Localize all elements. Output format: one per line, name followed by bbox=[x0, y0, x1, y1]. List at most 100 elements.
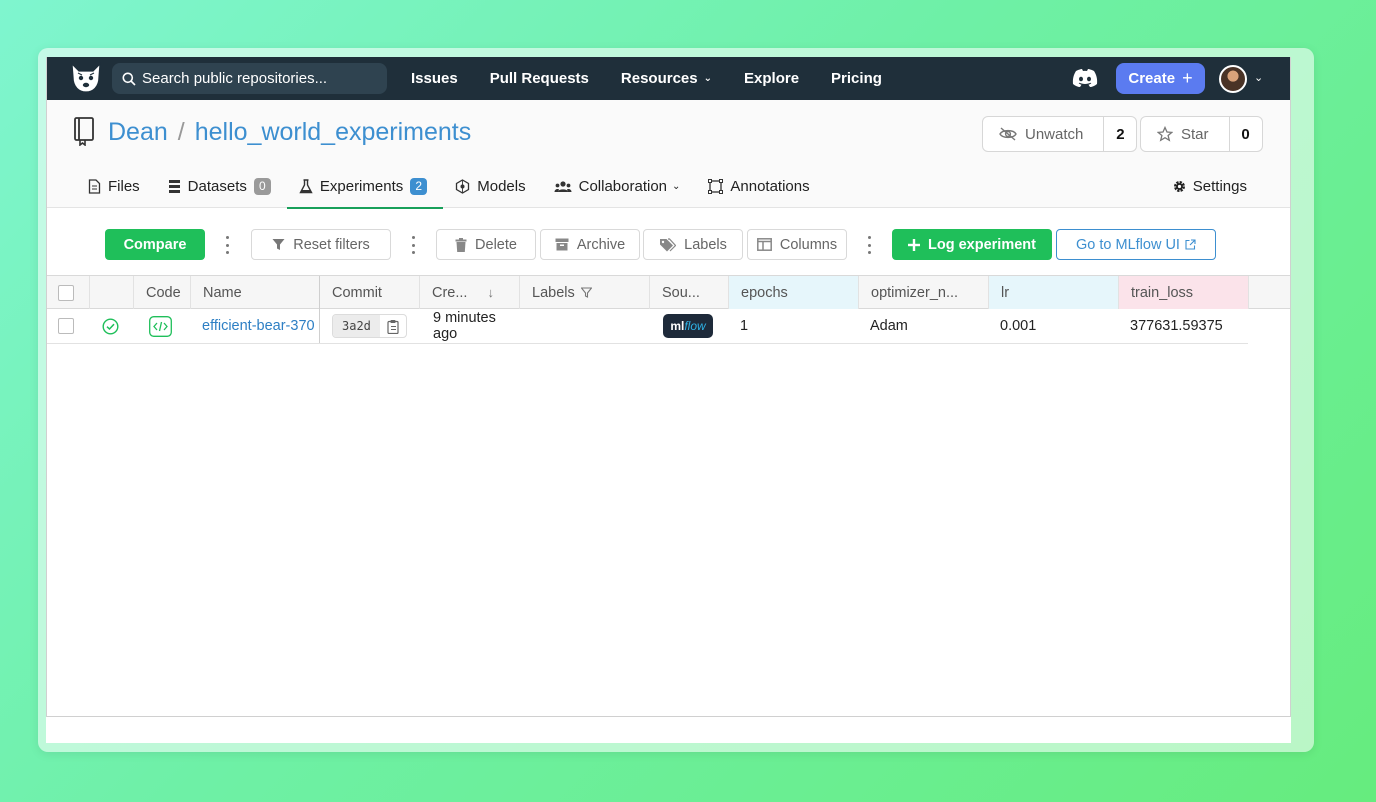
settings-link[interactable]: Settings bbox=[1172, 164, 1247, 208]
tab-files[interactable]: Files bbox=[76, 164, 156, 208]
row-select-cell bbox=[46, 309, 89, 343]
columns-label: Columns bbox=[779, 236, 838, 253]
compare-button[interactable]: Compare bbox=[105, 229, 205, 260]
nav-issues[interactable]: Issues bbox=[411, 70, 458, 87]
reset-filters-button[interactable]: Reset filters bbox=[251, 229, 391, 260]
header-name[interactable]: Name bbox=[190, 276, 319, 309]
commit-chip[interactable]: 3a2d bbox=[332, 314, 407, 338]
header-source[interactable]: Sou... bbox=[649, 276, 728, 309]
header-epochs[interactable]: epochs bbox=[728, 276, 858, 309]
discord-icon[interactable] bbox=[1072, 68, 1098, 93]
table-row[interactable]: efficient-bear-370 3a2d 9 minutes ago ml… bbox=[46, 309, 1248, 344]
delete-label: Delete bbox=[475, 236, 517, 253]
plus-icon bbox=[908, 238, 921, 251]
row-created: 9 minutes ago bbox=[433, 310, 496, 342]
header-labels[interactable]: Labels bbox=[519, 276, 649, 309]
tab-annotations[interactable]: Annotations bbox=[696, 164, 825, 208]
tags-icon bbox=[660, 237, 677, 251]
columns-icon bbox=[756, 238, 772, 251]
clipboard-icon[interactable] bbox=[380, 315, 406, 337]
log-experiment-button[interactable]: Log experiment bbox=[892, 229, 1052, 260]
datasets-count-badge: 0 bbox=[253, 177, 271, 195]
repo-book-icon bbox=[72, 116, 96, 151]
tab-models[interactable]: Models bbox=[443, 164, 541, 208]
archive-button[interactable]: Archive bbox=[540, 229, 640, 260]
row-commit-cell: 3a2d bbox=[319, 309, 419, 343]
search-input[interactable]: Search public repositories... bbox=[112, 63, 387, 94]
row-optimizer: Adam bbox=[870, 318, 908, 334]
repo-name-link[interactable]: hello_world_experiments bbox=[195, 118, 472, 147]
header-train-loss[interactable]: train_loss bbox=[1118, 276, 1248, 309]
chevron-down-icon[interactable]: ⌄ bbox=[1254, 71, 1263, 84]
experiments-toolbar: Compare Reset filters Delete Archive Lab… bbox=[46, 208, 1291, 275]
tab-collaboration-label: Collaboration bbox=[578, 177, 667, 195]
row-status-cell bbox=[89, 309, 133, 343]
tab-models-label: Models bbox=[477, 177, 526, 195]
trash-icon bbox=[455, 237, 467, 252]
chevron-down-icon: ⌄ bbox=[703, 73, 713, 84]
select-all-checkbox[interactable] bbox=[58, 284, 74, 301]
avatar[interactable] bbox=[1219, 65, 1247, 93]
row-train-loss: 377631.59375 bbox=[1130, 318, 1223, 334]
row-checkbox[interactable] bbox=[58, 318, 74, 334]
star-button[interactable]: Star bbox=[1141, 117, 1230, 151]
commit-hash: 3a2d bbox=[333, 315, 380, 337]
unwatch-button[interactable]: Unwatch bbox=[983, 117, 1105, 151]
header-lr[interactable]: lr bbox=[988, 276, 1118, 309]
more-options-icon[interactable] bbox=[866, 236, 872, 254]
gear-icon bbox=[1173, 180, 1185, 192]
nav-resources-label: Resources bbox=[620, 70, 698, 87]
repo-owner-link[interactable]: Dean bbox=[108, 118, 168, 147]
delete-button[interactable]: Delete bbox=[436, 229, 536, 260]
experiments-count-badge: 2 bbox=[410, 177, 428, 195]
more-options-icon[interactable] bbox=[224, 236, 230, 254]
repo-header: Dean / hello_world_experiments Unwatch 2… bbox=[46, 100, 1291, 209]
plus-icon: + bbox=[1182, 68, 1193, 88]
nav-pricing[interactable]: Pricing bbox=[831, 70, 882, 87]
tab-collaboration[interactable]: Collaboration ⌄ bbox=[542, 164, 697, 208]
watch-group: Unwatch 2 bbox=[982, 116, 1138, 152]
unwatch-label: Unwatch bbox=[1025, 125, 1084, 143]
code-icon[interactable] bbox=[149, 315, 172, 337]
create-button[interactable]: Create + bbox=[1116, 63, 1205, 94]
file-icon bbox=[88, 178, 101, 194]
watch-count[interactable]: 2 bbox=[1104, 117, 1136, 151]
tab-datasets[interactable]: Datasets 0 bbox=[156, 164, 287, 208]
star-icon bbox=[1157, 126, 1173, 142]
row-name-link[interactable]: efficient-bear-370 bbox=[190, 309, 319, 343]
header-status-cell bbox=[89, 276, 133, 309]
header-optimizer[interactable]: optimizer_n... bbox=[858, 276, 988, 309]
star-count[interactable]: 0 bbox=[1230, 117, 1262, 151]
flask-icon bbox=[299, 178, 313, 193]
nav-resources[interactable]: Resources ⌄ bbox=[621, 70, 712, 87]
repo-separator: / bbox=[177, 118, 185, 146]
row-labels-cell bbox=[519, 309, 649, 343]
header-code[interactable]: Code bbox=[133, 276, 190, 309]
tab-files-label: Files bbox=[108, 177, 140, 195]
create-label: Create bbox=[1128, 70, 1176, 87]
tab-datasets-label: Datasets bbox=[187, 177, 247, 195]
tab-experiments[interactable]: Experiments 2 bbox=[286, 164, 444, 209]
table-header: Code Name Commit Cre... ↓ Labels Sou... … bbox=[46, 275, 1291, 309]
header-created[interactable]: Cre... ↓ bbox=[419, 276, 519, 309]
dagshub-logo-icon[interactable] bbox=[68, 61, 104, 95]
go-to-mlflow-ui-button[interactable]: Go to MLflow UI bbox=[1056, 229, 1216, 260]
header-commit[interactable]: Commit bbox=[319, 276, 419, 309]
labels-button[interactable]: Labels bbox=[643, 229, 743, 260]
app-window: Search public repositories... Issues Pul… bbox=[46, 57, 1291, 743]
chevron-down-icon: ⌄ bbox=[672, 180, 681, 192]
check-circle-icon bbox=[102, 317, 119, 335]
row-lr: 0.001 bbox=[1000, 318, 1037, 334]
annotation-box-icon bbox=[708, 178, 724, 194]
experiments-table: Code Name Commit Cre... ↓ Labels Sou... … bbox=[46, 275, 1291, 344]
repo-title: Dean / hello_world_experiments bbox=[108, 118, 471, 147]
nav-explore[interactable]: Explore bbox=[744, 70, 799, 87]
columns-button[interactable]: Columns bbox=[747, 229, 847, 260]
star-group: Star 0 bbox=[1140, 116, 1263, 152]
row-code-cell bbox=[133, 309, 190, 343]
archive-icon bbox=[555, 238, 569, 251]
nav-pull-requests[interactable]: Pull Requests bbox=[490, 70, 589, 87]
more-options-icon[interactable] bbox=[410, 236, 416, 254]
star-label: Star bbox=[1181, 125, 1209, 143]
header-select-cell bbox=[46, 276, 89, 309]
